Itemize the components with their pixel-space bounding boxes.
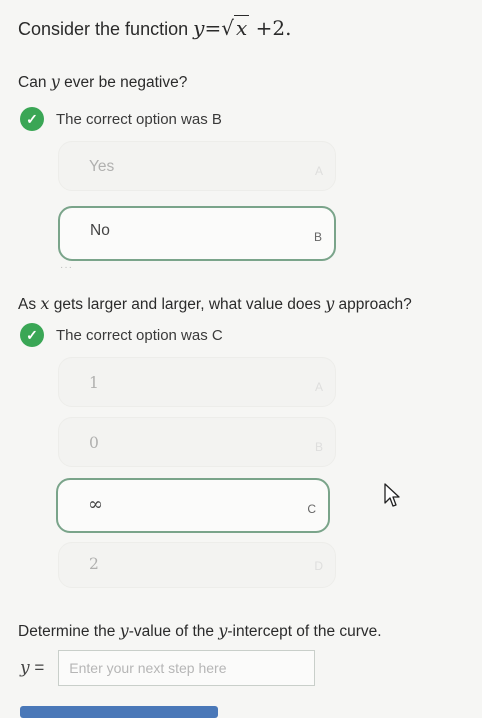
q1-option-a[interactable]: Yes A — [58, 141, 336, 191]
q2-option-b[interactable]: 0 B — [58, 417, 336, 467]
feedback-q1: ✓ The correct option was B — [20, 107, 222, 131]
answer-row: y = — [20, 650, 316, 686]
feedback-q2: ✓ The correct option was C — [20, 323, 223, 347]
sqrt-expression: √ x — [221, 15, 250, 40]
check-icon: ✓ — [20, 107, 44, 131]
answer-input[interactable] — [58, 650, 316, 686]
problem-prefix: Consider the function — [18, 19, 189, 39]
q2-option-d[interactable]: 2 D — [58, 542, 336, 588]
mouse-cursor-icon — [384, 483, 400, 507]
submit-button[interactable] — [20, 706, 218, 718]
check-icon: ✓ — [20, 323, 44, 347]
equation: y=√ x +2. — [193, 15, 292, 40]
q1-option-b[interactable]: No B — [58, 206, 336, 261]
question-1: Can y ever be negative? — [18, 72, 188, 91]
more-dots: ··· — [60, 262, 73, 273]
q2-option-c[interactable]: ∞ C — [56, 478, 330, 533]
answer-label: y = — [20, 658, 45, 678]
q2-option-a[interactable]: 1 A — [58, 357, 336, 407]
question-2: As x gets larger and larger, what value … — [18, 294, 412, 313]
problem-statement: Consider the function y=√ x +2. — [18, 15, 292, 40]
question-3: Determine the y-value of the y-intercept… — [18, 621, 382, 640]
